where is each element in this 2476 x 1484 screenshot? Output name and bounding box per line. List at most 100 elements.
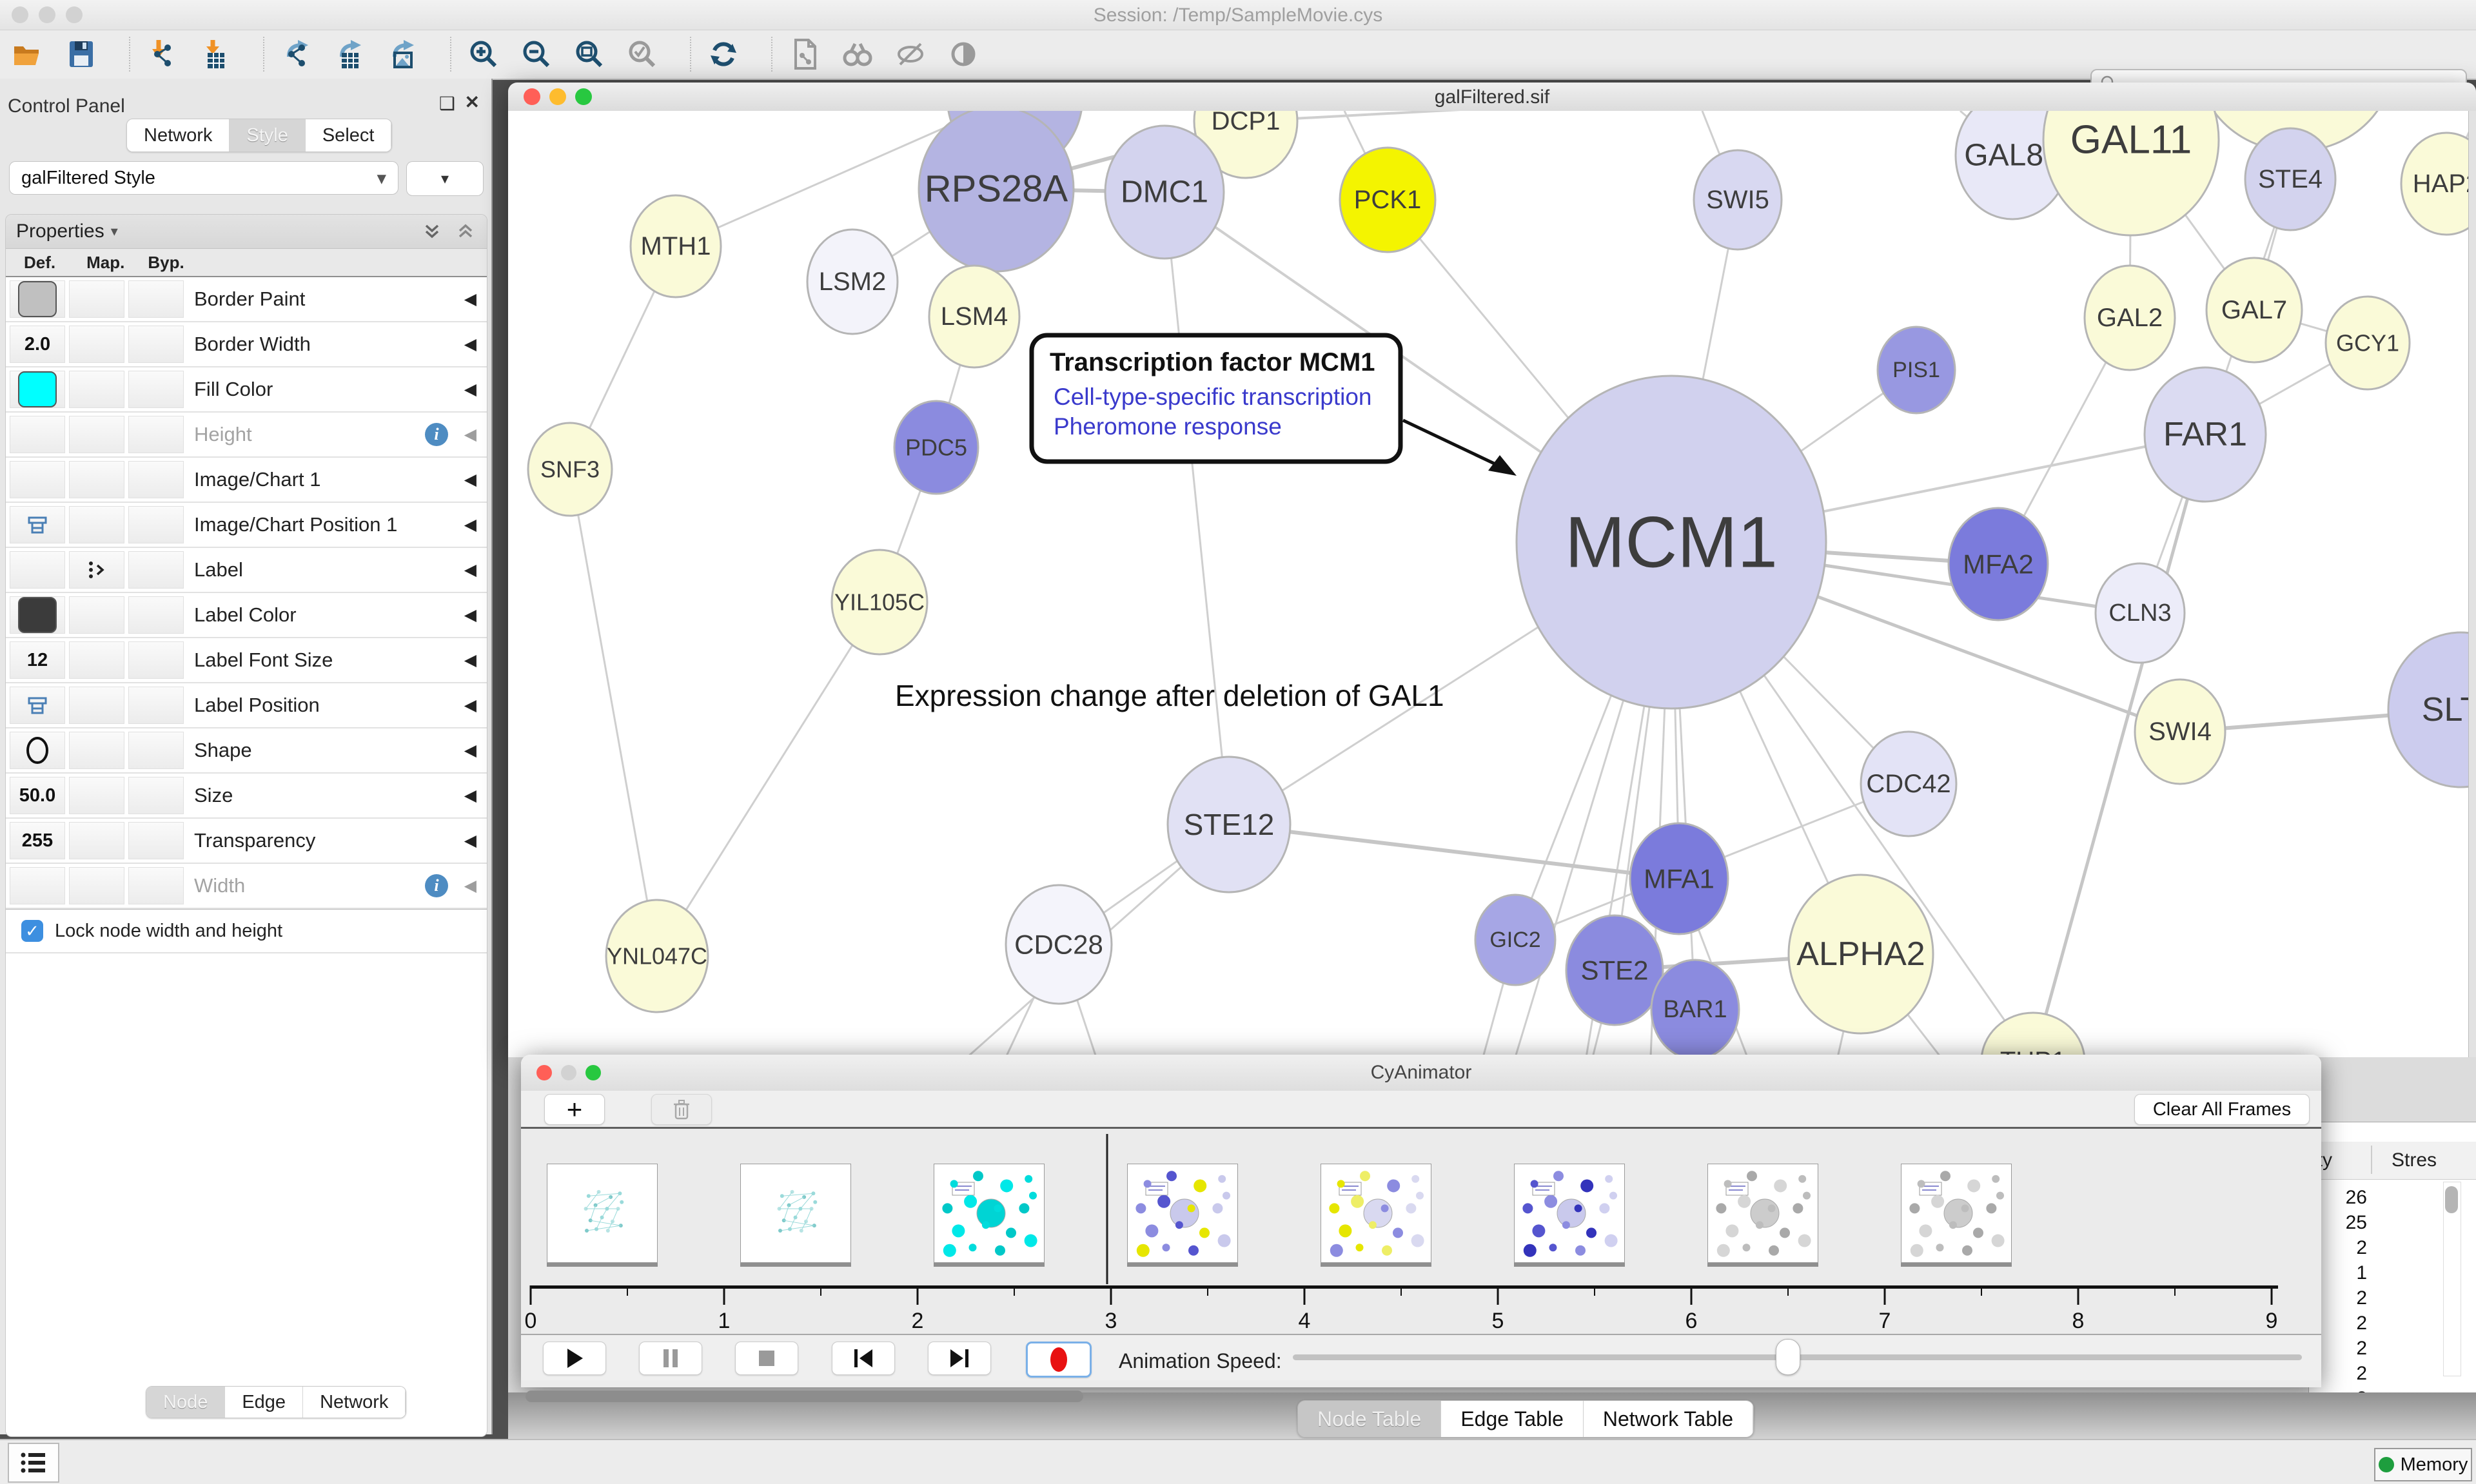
expand-row-icon[interactable]: ◀ [464,425,477,444]
expand-row-icon[interactable]: ◀ [464,650,477,670]
frame-thumbnail-7[interactable] [1901,1164,2012,1263]
network-node-ste2[interactable]: STE2 [1566,915,1663,1025]
network-node-alpha2[interactable]: ALPHA2 [1789,875,1933,1033]
property-row-border-width[interactable]: 2.0Border Width◀ [6,322,487,367]
property-row-label-color[interactable]: Label Color◀ [6,593,487,638]
show-graphics-button[interactable] [945,36,981,72]
network-edge[interactable] [1229,825,1679,879]
network-node-gal2[interactable]: GAL2 [2085,266,2175,370]
network-node-yil105c[interactable]: YIL105C [832,550,927,654]
expand-row-icon[interactable]: ◀ [464,470,477,489]
network-node-cln3[interactable]: CLN3 [2096,563,2185,663]
horizontal-scrollbar[interactable] [526,1391,1083,1402]
network-node-lsm2[interactable]: LSM2 [807,229,898,334]
frame-thumbnail-4[interactable] [1321,1164,1431,1263]
network-node-mth1[interactable]: MTH1 [631,195,721,297]
find-button[interactable] [840,36,876,72]
style-tab-node[interactable]: Node [146,1387,225,1418]
network-node-ste12[interactable]: STE12 [1168,757,1290,892]
info-icon[interactable]: i [425,874,448,897]
close-panel-icon[interactable]: ✕ [465,92,480,113]
network-node-ynl047c[interactable]: YNL047C [606,900,708,1012]
network-edge[interactable] [570,469,657,956]
property-row-fill-color[interactable]: Fill Color◀ [6,367,487,413]
play-button[interactable] [543,1342,606,1375]
network-node-swi4[interactable]: SWI4 [2135,679,2225,784]
table-column-stress[interactable]: Stres [2392,1149,2437,1171]
tab-select[interactable]: Select [306,119,392,151]
tab-style[interactable]: Style [230,119,305,151]
float-panel-icon[interactable]: ❑ [439,93,455,114]
style-options-button[interactable]: ▾ [406,161,484,196]
network-node-gal7[interactable]: GAL7 [2206,258,2302,362]
export-network-button[interactable] [279,36,315,72]
expand-row-icon[interactable]: ◀ [464,786,477,805]
network-document-button[interactable] [787,36,823,72]
frame-thumbnail-3[interactable] [1127,1164,1238,1263]
skip-end-button[interactable] [928,1342,991,1375]
property-row-border-paint[interactable]: Border Paint◀ [6,277,487,322]
zoom-out-button[interactable] [518,36,555,72]
network-node-mcm1[interactable]: MCM1 [1517,376,1826,708]
network-node-pis1[interactable]: PIS1 [1878,327,1955,413]
expand-row-icon[interactable]: ◀ [464,831,477,850]
network-node-rps28a[interactable]: RPS28A [919,111,1074,271]
property-row-size[interactable]: 50.0Size◀ [6,774,487,819]
zoom-fit-button[interactable] [571,36,607,72]
network-scrollbar[interactable] [2468,111,2476,1057]
frame-thumbnail-5[interactable] [1514,1164,1625,1263]
record-button[interactable] [1026,1342,1092,1378]
network-node-tup1[interactable]: TUP1 [1981,1013,2085,1057]
property-row-shape[interactable]: Shape◀ [6,728,487,774]
property-row-image-chart-1[interactable]: Image/Chart 1◀ [6,458,487,503]
column-divider[interactable] [2371,1146,2372,1174]
network-node-snf3[interactable]: SNF3 [528,423,612,516]
add-frame-button[interactable]: + [544,1094,605,1125]
cyanimator-titlebar[interactable]: CyAnimator [521,1055,2321,1091]
expand-row-icon[interactable]: ◀ [464,380,477,399]
network-node-pck1[interactable]: PCK1 [1340,148,1435,252]
network-node-cdc42[interactable]: CDC42 [1861,732,1956,836]
open-session-folder-button[interactable] [10,36,46,72]
hide-graphics-button[interactable] [892,36,928,72]
network-node-gic2[interactable]: GIC2 [1475,895,1555,985]
table-scrollbar[interactable] [2443,1182,2461,1376]
cyanimator-timeline[interactable]: 0123456789 Seconds [521,1129,2321,1334]
collapse-all-icon[interactable] [455,220,477,242]
expand-row-icon[interactable]: ◀ [464,605,477,625]
expand-row-icon[interactable]: ◀ [464,289,477,309]
expand-all-icon[interactable] [421,220,443,242]
network-node-dmc1[interactable]: DMC1 [1105,126,1224,259]
network-node-cdc28[interactable]: CDC28 [1006,885,1112,1004]
style-tab-edge[interactable]: Edge [225,1387,303,1418]
network-edge[interactable] [1164,192,1229,825]
expand-row-icon[interactable]: ◀ [464,560,477,580]
style-selector-dropdown[interactable]: galFiltered Style ▾ [9,161,398,195]
expand-row-icon[interactable]: ◀ [464,876,477,895]
network-node-pdc5[interactable]: PDC5 [894,401,978,494]
property-row-width[interactable]: Widthi◀ [6,864,487,909]
expand-row-icon[interactable]: ◀ [464,335,477,354]
clear-all-frames-button[interactable]: Clear All Frames [2134,1094,2310,1125]
export-image-button[interactable] [384,36,420,72]
expand-row-icon[interactable]: ◀ [464,515,477,534]
frame-thumbnail-1[interactable] [740,1164,851,1263]
info-icon[interactable]: i [425,423,448,446]
memory-button[interactable]: Memory [2374,1448,2472,1481]
animation-speed-knob[interactable] [1776,1339,1800,1375]
export-table-button[interactable] [331,36,368,72]
network-node-swi5[interactable]: SWI5 [1694,150,1782,249]
stop-button[interactable] [735,1342,798,1375]
frame-thumbnail-2[interactable] [934,1164,1045,1263]
default-value-swatch[interactable] [18,597,57,633]
default-value-swatch[interactable] [18,281,57,317]
tab-network-table[interactable]: Network Table [1584,1401,1753,1437]
network-node-far1[interactable]: FAR1 [2145,367,2266,502]
annotation-link[interactable]: Pheromone response [1054,413,1282,440]
network-node-gal11[interactable]: GAL11 [2043,111,2219,235]
save-session-button[interactable] [63,36,99,72]
properties-header-label[interactable]: Properties [16,220,104,242]
network-node-slt2[interactable]: SLT2 [2388,632,2468,787]
panel-list-button[interactable] [8,1443,59,1483]
tab-node-table[interactable]: Node Table [1298,1401,1441,1437]
